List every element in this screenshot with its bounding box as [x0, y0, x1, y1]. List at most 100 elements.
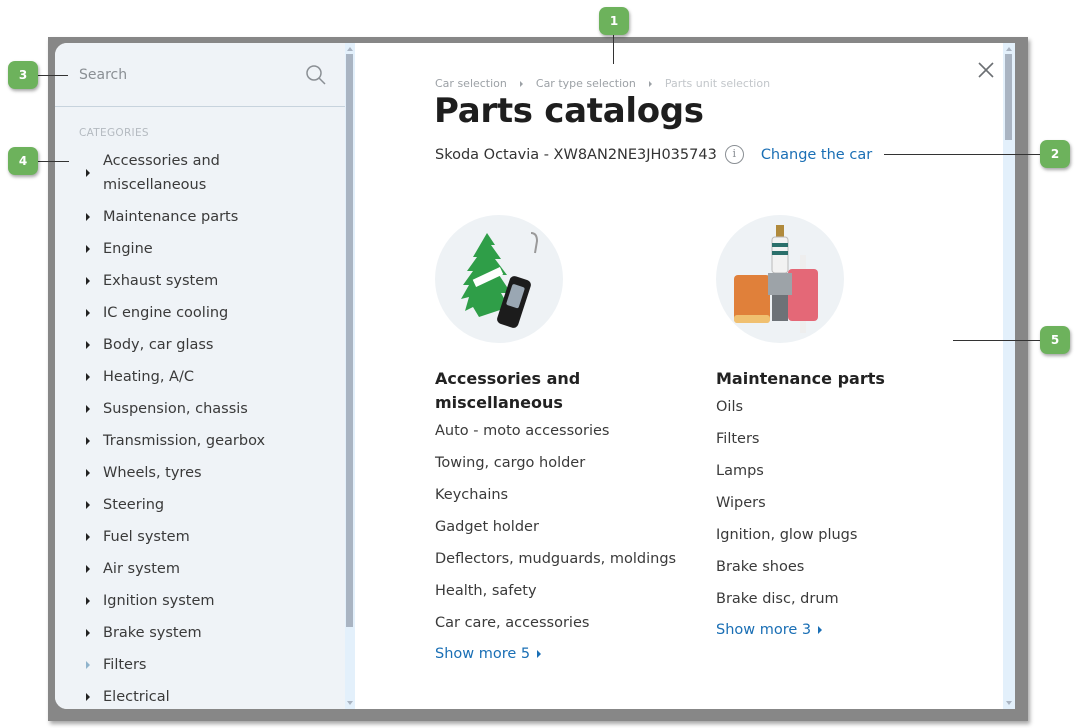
- category-label: Wheels, tyres: [103, 465, 202, 481]
- caret-right-icon: [86, 597, 90, 605]
- category-item-exhaust-system[interactable]: Exhaust system: [79, 269, 329, 293]
- callout-badge-4: 4: [8, 147, 38, 175]
- category-list: Accessories and miscellaneous Maintenanc…: [79, 149, 329, 709]
- category-item-wheels-tyres[interactable]: Wheels, tyres: [79, 461, 329, 485]
- category-label: Exhaust system: [103, 273, 219, 289]
- subcategory-link[interactable]: Lamps: [716, 459, 976, 483]
- accessories-image[interactable]: [435, 215, 563, 343]
- subcategory-link[interactable]: Filters: [716, 427, 976, 451]
- search-icon[interactable]: [305, 64, 327, 86]
- category-item-electrical[interactable]: Electrical: [79, 685, 329, 709]
- card-title[interactable]: Maintenance parts: [716, 367, 976, 391]
- search-bar: [55, 43, 345, 107]
- page-title: Parts catalogs: [434, 91, 704, 131]
- scroll-down-icon[interactable]: [347, 701, 353, 705]
- category-item-body-glass[interactable]: Body, car glass: [79, 333, 329, 357]
- callout-leader-2: [884, 154, 1040, 155]
- category-item-ignition-system[interactable]: Ignition system: [79, 589, 329, 613]
- callout-badge-5: 5: [1040, 326, 1070, 354]
- subcategory-link[interactable]: Car care, accessories: [435, 611, 695, 635]
- category-label: Filters: [103, 657, 147, 673]
- category-label: Maintenance parts: [103, 209, 239, 225]
- filters-spark-plug-icon: [734, 225, 818, 333]
- category-item-brake-system[interactable]: Brake system: [79, 621, 329, 645]
- subcategory-link[interactable]: Deflectors, mudguards, moldings: [435, 547, 695, 571]
- sidebar-scrollbar[interactable]: [345, 43, 355, 709]
- callout-leader-3: [36, 75, 68, 76]
- breadcrumb-separator-icon: [519, 80, 523, 87]
- info-icon[interactable]: i: [724, 145, 744, 164]
- air-freshener-keyfob-icon: [461, 232, 539, 328]
- category-item-air-system[interactable]: Air system: [79, 557, 329, 581]
- breadcrumb-separator-icon: [648, 80, 652, 87]
- maintenance-image[interactable]: [716, 215, 844, 343]
- subcategory-link[interactable]: Health, safety: [435, 579, 695, 603]
- breadcrumb-car-selection[interactable]: Car selection: [435, 77, 507, 90]
- category-item-steering[interactable]: Steering: [79, 493, 329, 517]
- scroll-up-icon[interactable]: [347, 47, 353, 51]
- scroll-up-icon[interactable]: [1006, 47, 1012, 51]
- subcategory-link[interactable]: Oils: [716, 395, 976, 419]
- close-icon[interactable]: [977, 61, 995, 79]
- caret-right-icon: [86, 661, 90, 669]
- subcategory-link[interactable]: Wipers: [716, 491, 976, 515]
- category-label: Brake system: [103, 625, 202, 641]
- subcategory-link[interactable]: Gadget holder: [435, 515, 695, 539]
- caret-right-icon: [86, 565, 90, 573]
- main-scrollbar-thumb[interactable]: [1005, 54, 1012, 140]
- category-label: Fuel system: [103, 529, 190, 545]
- main-scrollbar[interactable]: [1003, 43, 1015, 709]
- category-item-fuel-system[interactable]: Fuel system: [79, 525, 329, 549]
- selected-car-label: Skoda Octavia - XW8AN2NE3JH035743: [435, 146, 717, 163]
- subcategory-link[interactable]: Auto - moto accessories: [435, 419, 695, 443]
- selected-car-row: Skoda Octavia - XW8AN2NE3JH035743 i Chan…: [435, 145, 872, 164]
- category-item-maintenance-parts[interactable]: Maintenance parts: [79, 205, 329, 229]
- category-item-filters[interactable]: Filters: [79, 653, 329, 677]
- category-item-transmission[interactable]: Transmission, gearbox: [79, 429, 329, 453]
- category-label: Engine: [103, 241, 153, 257]
- caret-right-icon: [86, 341, 90, 349]
- scroll-down-icon[interactable]: [1006, 701, 1012, 705]
- subcategory-link[interactable]: Ignition, glow plugs: [716, 523, 976, 547]
- category-label: Ignition system: [103, 593, 215, 609]
- breadcrumb-parts-unit-selection: Parts unit selection: [664, 77, 771, 90]
- sidebar: CATEGORIES Accessories and miscellaneous…: [55, 43, 345, 709]
- category-item-suspension[interactable]: Suspension, chassis: [79, 397, 329, 421]
- caret-right-icon: [86, 693, 90, 701]
- category-label: Transmission, gearbox: [103, 433, 266, 449]
- change-car-link[interactable]: Change the car: [761, 147, 872, 163]
- parts-catalog-modal: CATEGORIES Accessories and miscellaneous…: [55, 43, 1015, 709]
- category-label: IC engine cooling: [103, 305, 229, 321]
- category-label: Body, car glass: [103, 337, 214, 353]
- category-item-engine-cooling[interactable]: IC engine cooling: [79, 301, 329, 325]
- subcategory-list: Oils Filters Lamps Wipers Ignition, glow…: [716, 395, 976, 611]
- main-panel: Car selection Car type selection Parts u…: [355, 43, 1003, 709]
- subcategory-link[interactable]: Brake shoes: [716, 555, 976, 579]
- caret-right-icon: [86, 469, 90, 477]
- search-input[interactable]: [79, 63, 299, 87]
- callout-badge-2: 2: [1040, 140, 1070, 168]
- caret-right-icon: [86, 533, 90, 541]
- callout-badge-1: 1: [599, 7, 629, 35]
- category-item-accessories[interactable]: Accessories and miscellaneous: [79, 149, 239, 197]
- caret-right-icon: [86, 245, 90, 253]
- card-title[interactable]: Accessories and miscellaneous: [435, 367, 695, 415]
- subcategory-link[interactable]: Towing, cargo holder: [435, 451, 695, 475]
- subcategory-link[interactable]: Brake disc, drum: [716, 587, 976, 611]
- subcategory-link[interactable]: Keychains: [435, 483, 695, 507]
- caret-right-icon: [86, 501, 90, 509]
- show-more-link[interactable]: Show more 5: [435, 646, 542, 662]
- show-more-link[interactable]: Show more 3: [716, 622, 823, 638]
- category-item-engine[interactable]: Engine: [79, 237, 329, 261]
- category-item-heating-ac[interactable]: Heating, A/C: [79, 365, 329, 389]
- caret-right-icon: [86, 437, 90, 445]
- catalog-card-maintenance: Maintenance parts Oils Filters Lamps Wip…: [716, 215, 976, 638]
- sidebar-scrollbar-thumb[interactable]: [346, 54, 353, 627]
- callout-badge-3: 3: [8, 61, 38, 89]
- caret-right-icon: [537, 650, 542, 658]
- caret-right-icon: [86, 405, 90, 413]
- caret-right-icon: [86, 169, 90, 177]
- breadcrumb-car-type-selection[interactable]: Car type selection: [536, 77, 636, 90]
- category-label: Steering: [103, 497, 165, 513]
- category-label: Heating, A/C: [103, 369, 194, 385]
